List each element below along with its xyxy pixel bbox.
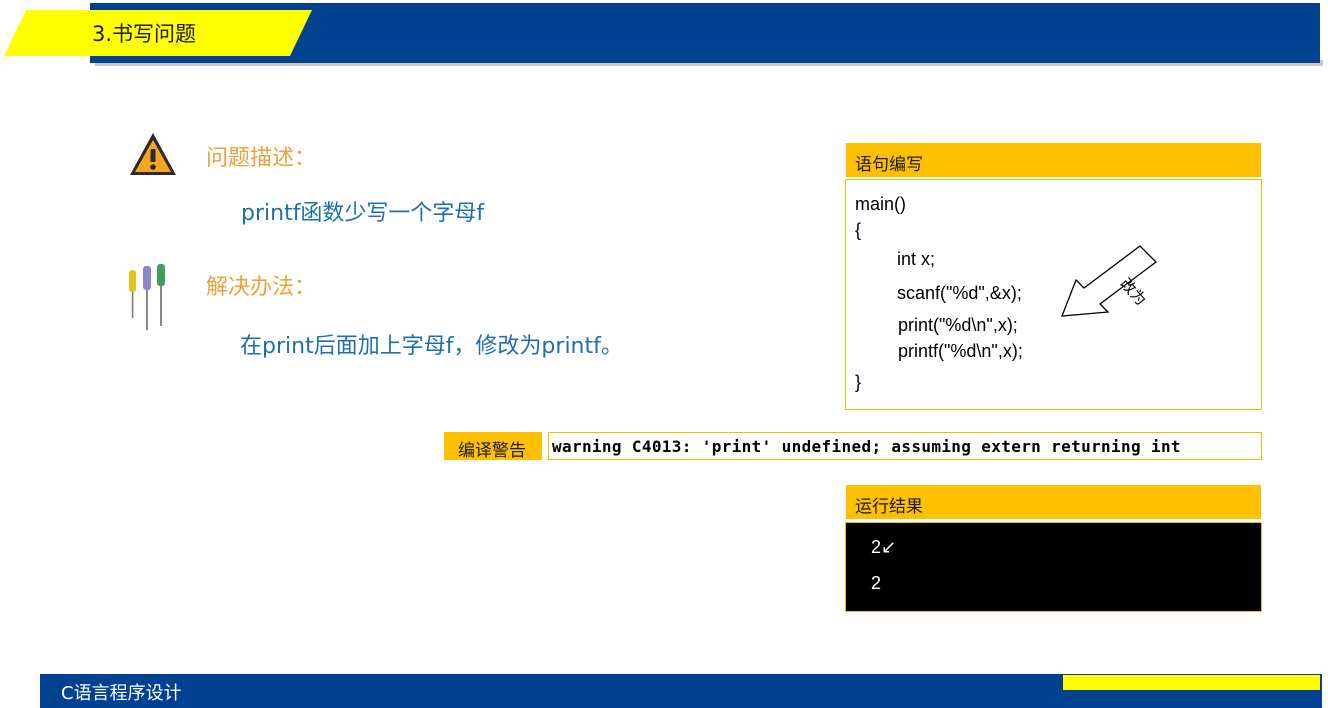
code-panel-title: 语句编写	[855, 155, 923, 175]
problem-description: printf函数少写一个字母f	[241, 201, 485, 226]
code-line: }	[855, 372, 862, 392]
code-line: main()	[855, 194, 907, 214]
run-result-console: 2↙ 2	[845, 522, 1262, 612]
solution-heading: 解决办法：	[206, 275, 317, 300]
code-line: printf("%d\n",x);	[898, 341, 1023, 361]
warning-icon	[130, 133, 176, 175]
compile-warning-label: 编译警告	[444, 432, 542, 461]
compile-warning-label-text: 编译警告	[458, 441, 526, 461]
code-line: int x;	[897, 249, 936, 269]
arrow-icon: 改为	[1061, 245, 1157, 317]
code-line: scanf("%d",&x);	[897, 283, 1022, 303]
slide-title: 3.书写问题	[92, 22, 197, 46]
run-result-title: 运行结果	[855, 497, 923, 517]
run-result-header: 运行结果	[846, 485, 1261, 519]
screwdriver-icon	[129, 264, 165, 330]
footer-accent	[1063, 675, 1320, 690]
code-line: {	[855, 220, 862, 240]
console-line: 2	[871, 573, 882, 593]
compile-warning-message: warning C4013: 'print' undefined; assumi…	[552, 437, 1181, 456]
problem-heading: 问题描述：	[206, 146, 317, 171]
code-panel: main() { int x; scanf("%d",&x); print("%…	[845, 179, 1262, 410]
code-panel-header: 语句编写	[846, 143, 1261, 177]
course-name: C语言程序设计	[61, 683, 182, 704]
console-line: 2↙	[871, 537, 897, 557]
solution-description: 在print后面加上字母f，修改为printf。	[240, 334, 623, 359]
compile-warning-box: warning C4013: 'print' undefined; assumi…	[548, 432, 1262, 460]
code-line: print("%d\n",x);	[898, 315, 1018, 335]
